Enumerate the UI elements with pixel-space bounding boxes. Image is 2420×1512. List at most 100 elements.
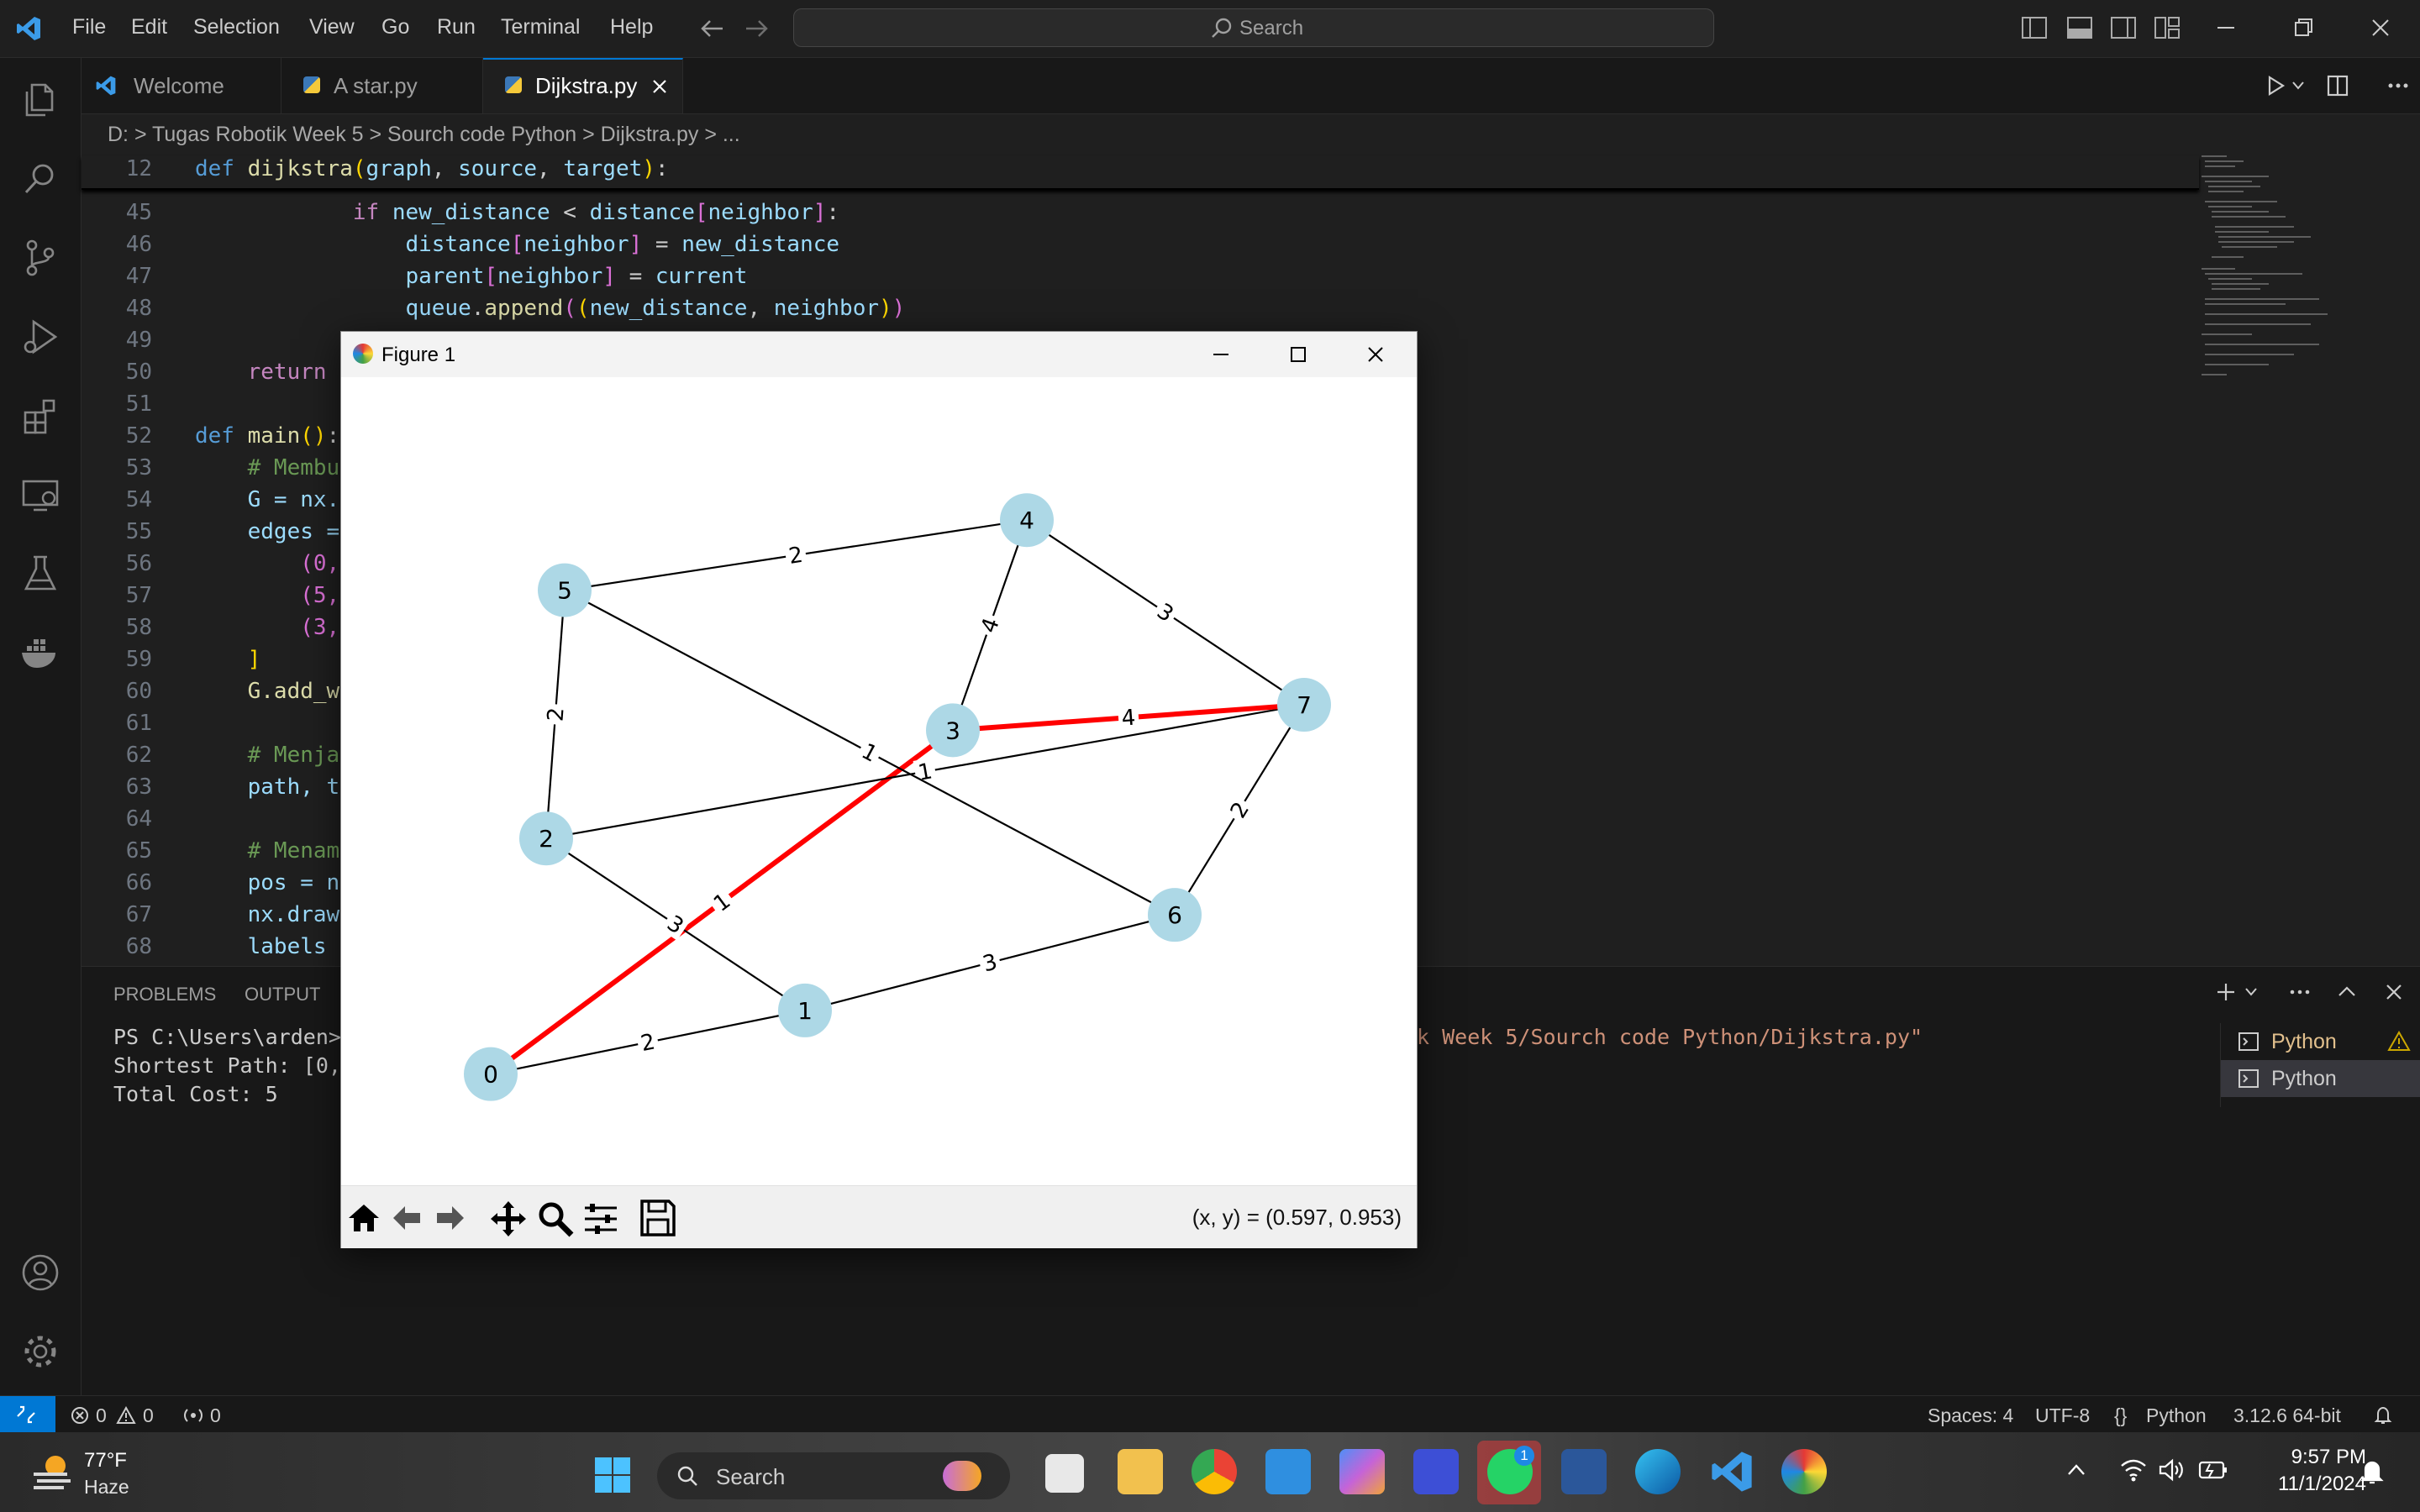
close-panel-icon[interactable] [2382,980,2406,1004]
more-actions-icon[interactable] [2386,73,2411,98]
vscode-taskbar-icon[interactable] [1709,1449,1754,1494]
command-center-search[interactable]: Search [793,8,1714,47]
matplotlib-figure-window[interactable]: Figure 1 213321214432 01234567 (x, y) = … [340,331,1418,1248]
account-icon[interactable] [18,1251,62,1294]
graph-plot[interactable]: 213321214432 01234567 [341,377,1417,1185]
tab-problems[interactable]: PROBLEMS [113,984,216,1005]
settings-gear-icon[interactable] [18,1330,62,1373]
configure-subplots-icon[interactable] [581,1200,620,1238]
weather-temp[interactable]: 77°F [84,1449,127,1473]
menu-file[interactable]: File [72,15,106,39]
windows-start-icon[interactable] [593,1456,632,1494]
encoding-status[interactable]: UTF-8 [2035,1404,2090,1427]
taskbar-search[interactable]: Search [657,1452,1010,1499]
terminal-output[interactable]: PS C:\Users\arden> Shortest Path: [0, Tota… [113,1023,341,1109]
notification-bell-icon[interactable] [2360,1457,2385,1486]
toggle-secondary-sidebar-icon[interactable] [2109,13,2138,42]
more-actions-icon[interactable] [2288,980,2312,1004]
chevron-down-icon[interactable] [2244,987,2258,997]
chevron-down-icon[interactable] [2291,80,2305,92]
task-view-icon[interactable] [1045,1454,1084,1493]
chevron-up-icon[interactable] [2067,1462,2086,1476]
language-mode[interactable]: Python [2146,1404,2207,1427]
copilot-icon[interactable] [1339,1449,1385,1494]
save-figure-icon[interactable] [639,1198,677,1238]
new-terminal-icon[interactable] [2214,980,2238,1004]
figure-title-bar[interactable]: Figure 1 [341,332,1417,377]
matplotlib-figure-icon[interactable] [1781,1449,1827,1494]
maximize-window-icon[interactable] [1286,342,1311,367]
menu-view[interactable]: View [309,15,355,39]
customize-layout-icon[interactable] [2153,13,2181,42]
back-arrow-icon[interactable] [390,1203,424,1233]
battery-icon[interactable] [2198,1459,2228,1481]
extensions-icon[interactable] [18,394,62,438]
ports-count[interactable]: 0 [210,1404,221,1427]
home-icon[interactable] [346,1201,381,1235]
toggle-sidebar-icon[interactable] [2020,13,2049,42]
tab-output[interactable]: OUTPUT [245,984,320,1005]
run-file-icon[interactable] [2263,73,2288,98]
breadcrumb[interactable]: D: > Tugas Robotik Week 5 > Sourch code … [108,123,740,147]
zoom-icon[interactable] [536,1200,575,1238]
pan-icon[interactable] [489,1200,528,1238]
edge-icon[interactable] [1635,1449,1681,1494]
interpreter-version[interactable]: 3.12.6 64-bit [2233,1404,2341,1427]
file-explorer-icon[interactable] [1118,1449,1163,1494]
restore-window-icon[interactable] [2289,13,2317,42]
notifications-bell-icon[interactable] [2373,1404,2393,1426]
microsoft-store-icon[interactable] [1265,1449,1311,1494]
app-icon[interactable] [1413,1449,1459,1494]
sticky-scroll-header[interactable]: 12 def dijkstra(graph, source, target): [82,156,2199,190]
source-control-icon[interactable] [18,236,62,280]
toggle-panel-icon[interactable] [2065,13,2094,42]
terminal-item[interactable]: Python [2221,1023,2420,1060]
minimap[interactable] [2193,151,2361,428]
volume-icon[interactable] [2158,1457,2185,1483]
error-count[interactable]: 0 [96,1404,107,1427]
forward-arrow-icon[interactable] [434,1203,467,1233]
explorer-icon[interactable] [18,78,62,122]
minimize-window-icon[interactable] [1208,342,1234,367]
close-window-icon[interactable] [1363,342,1388,367]
menu-go[interactable]: Go [381,15,409,39]
tab-a-star[interactable]: A star.py [281,58,483,113]
menu-help[interactable]: Help [610,15,653,39]
menu-edit[interactable]: Edit [131,15,167,39]
whatsapp-badge: 1 [1514,1446,1534,1466]
chrome-icon[interactable] [1192,1449,1237,1494]
menu-run[interactable]: Run [437,15,476,39]
testing-icon[interactable] [18,552,62,596]
menu-terminal[interactable]: Terminal [501,15,580,39]
clock-time[interactable]: 9:57 PM [2274,1446,2366,1469]
tab-dijkstra[interactable]: Dijkstra.py [483,58,683,113]
remote-indicator[interactable] [0,1396,55,1433]
remote-explorer-icon[interactable] [18,473,62,517]
word-icon[interactable] [1561,1449,1607,1494]
weather-haze-icon[interactable] [30,1451,77,1493]
back-arrow-icon[interactable] [699,17,726,40]
tab-label: Dijkstra.py [535,73,638,98]
line-number: 45 [125,200,152,225]
search-view-icon[interactable] [18,157,62,201]
forward-arrow-icon[interactable] [743,17,770,40]
menu-selection[interactable]: Selection [193,15,280,39]
docker-icon[interactable] [18,631,62,675]
ports-icon[interactable] [183,1406,203,1425]
tab-welcome[interactable]: Welcome [82,58,281,113]
warning-count[interactable]: 0 [143,1404,154,1427]
close-tab-icon[interactable] [651,78,668,95]
close-window-icon[interactable] [2366,13,2395,42]
run-debug-icon[interactable] [18,315,62,359]
clock-date[interactable]: 11/1/2024 [2252,1473,2366,1496]
terminal-item-active[interactable]: Python [2221,1060,2420,1097]
indentation-status[interactable]: Spaces: 4 [1928,1404,2013,1427]
weather-desc[interactable]: Haze [84,1476,129,1499]
error-icon[interactable] [71,1406,89,1425]
maximize-panel-icon[interactable] [2335,980,2359,1004]
code-line: ] [195,647,261,672]
warning-icon[interactable] [116,1406,136,1425]
wifi-icon[interactable] [2119,1457,2148,1483]
minimize-window-icon[interactable] [2212,13,2240,42]
split-editor-icon[interactable] [2325,73,2350,98]
